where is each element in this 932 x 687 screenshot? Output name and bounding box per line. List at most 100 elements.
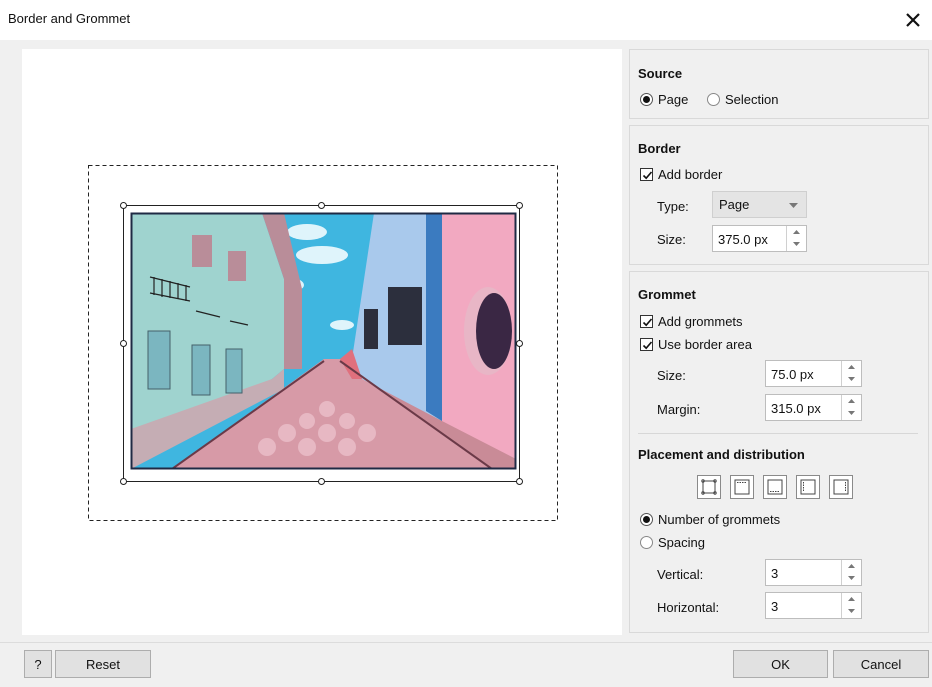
ok-button[interactable]: OK — [733, 650, 828, 678]
window-title: Border and Grommet — [8, 11, 131, 26]
place-top-button[interactable] — [730, 475, 754, 499]
vertical-value: 3 — [771, 566, 779, 581]
vertical-stepper[interactable]: 3 — [765, 559, 862, 586]
number-of-grommets-label: Number of grommets — [658, 512, 781, 527]
preview-panel — [22, 49, 622, 635]
grommet-size-label: Size: — [657, 368, 686, 383]
caret-up-icon — [848, 564, 855, 568]
caret-down-icon — [848, 576, 855, 580]
radio-on-icon — [640, 93, 653, 106]
grommet-group: Grommet Add grommets Use border area Siz… — [629, 271, 929, 633]
use-border-area-checkbox[interactable]: Use border area — [640, 337, 752, 352]
spin-down-button[interactable] — [842, 373, 861, 385]
street-illustration — [130, 212, 517, 470]
source-page-label: Page — [658, 92, 689, 107]
source-page-radio[interactable]: Page — [640, 92, 688, 107]
margin-value: 315.0 px — [771, 401, 821, 416]
settings-panel: Source Page Selection Border Add border … — [629, 49, 930, 634]
cancel-button[interactable]: Cancel — [833, 650, 929, 678]
place-all-sides-button[interactable] — [697, 475, 721, 499]
radio-on-icon — [640, 513, 653, 526]
help-button[interactable]: ? — [24, 650, 52, 678]
caret-down-icon — [793, 242, 800, 246]
close-icon — [906, 13, 920, 27]
spin-down-button[interactable] — [787, 238, 806, 250]
border-size-stepper[interactable]: 375.0 px — [712, 225, 807, 252]
vertical-label: Vertical: — [657, 567, 704, 582]
handle-top-right — [516, 202, 523, 209]
source-selection-label: Selection — [725, 92, 779, 107]
all-sides-icon — [701, 479, 717, 495]
type-dropdown[interactable]: Page — [712, 191, 807, 218]
caret-up-icon — [793, 230, 800, 234]
caret-up-icon — [848, 365, 855, 369]
grommet-heading: Grommet — [638, 287, 696, 302]
number-of-grommets-radio[interactable]: Number of grommets — [640, 512, 780, 527]
place-left-button[interactable] — [796, 475, 820, 499]
bottom-edge-icon — [767, 479, 783, 495]
radio-off-icon — [640, 536, 653, 549]
border-size-label: Size: — [657, 232, 686, 247]
ok-label: OK — [771, 656, 790, 672]
type-value: Page — [719, 197, 750, 212]
checkmark-icon — [640, 168, 653, 181]
left-edge-icon — [800, 479, 816, 495]
divider — [638, 433, 918, 434]
spacing-label: Spacing — [658, 535, 705, 550]
caret-up-icon — [848, 597, 855, 601]
source-selection-radio[interactable]: Selection — [707, 92, 778, 107]
caret-down-icon — [848, 411, 855, 415]
footer-divider — [0, 642, 932, 643]
caret-down-icon — [848, 609, 855, 613]
handle-top — [318, 202, 325, 209]
placement-heading: Placement and distribution — [638, 447, 805, 462]
chevron-down-icon — [789, 203, 798, 208]
source-heading: Source — [638, 66, 683, 81]
spacing-radio[interactable]: Spacing — [640, 535, 705, 550]
title-bar: Border and Grommet — [0, 0, 932, 40]
top-edge-icon — [734, 479, 750, 495]
handle-left — [120, 340, 127, 347]
handle-right — [516, 340, 523, 347]
add-grommets-checkbox[interactable]: Add grommets — [640, 314, 743, 329]
grommet-size-value: 75.0 px — [771, 367, 814, 382]
place-right-button[interactable] — [829, 475, 853, 499]
cancel-label: Cancel — [860, 656, 902, 672]
add-border-checkbox[interactable]: Add border — [640, 167, 722, 182]
spin-up-button[interactable] — [842, 361, 861, 373]
border-heading: Border — [638, 141, 681, 156]
margin-stepper[interactable]: 315.0 px — [765, 394, 862, 421]
spin-down-button[interactable] — [842, 572, 861, 584]
handle-bottom — [318, 478, 325, 485]
handle-bottom-left — [120, 478, 127, 485]
spin-up-button[interactable] — [787, 226, 806, 238]
spin-down-button[interactable] — [842, 407, 861, 419]
spin-down-button[interactable] — [842, 605, 861, 617]
reset-button[interactable]: Reset — [55, 650, 151, 678]
horizontal-value: 3 — [771, 599, 779, 614]
horizontal-label: Horizontal: — [657, 600, 720, 615]
type-label: Type: — [657, 199, 689, 214]
close-button[interactable] — [898, 6, 928, 34]
source-group: Source Page Selection — [629, 49, 929, 119]
horizontal-stepper[interactable]: 3 — [765, 592, 862, 619]
right-edge-icon — [833, 479, 849, 495]
spin-up-button[interactable] — [842, 593, 861, 605]
spin-up-button[interactable] — [842, 395, 861, 407]
spin-up-button[interactable] — [842, 560, 861, 572]
preview-canvas[interactable] — [22, 49, 622, 635]
place-bottom-button[interactable] — [763, 475, 787, 499]
handle-bottom-right — [516, 478, 523, 485]
checkmark-icon — [640, 338, 653, 351]
caret-down-icon — [848, 377, 855, 381]
caret-up-icon — [848, 399, 855, 403]
grommet-size-stepper[interactable]: 75.0 px — [765, 360, 862, 387]
add-border-label: Add border — [658, 167, 723, 182]
border-group: Border Add border Type: Page Size: 375.0… — [629, 125, 929, 265]
checkmark-icon — [640, 315, 653, 328]
radio-off-icon — [707, 93, 720, 106]
handle-top-left — [120, 202, 127, 209]
reset-label: Reset — [86, 656, 120, 672]
margin-label: Margin: — [657, 402, 701, 417]
use-border-area-label: Use border area — [658, 337, 752, 352]
